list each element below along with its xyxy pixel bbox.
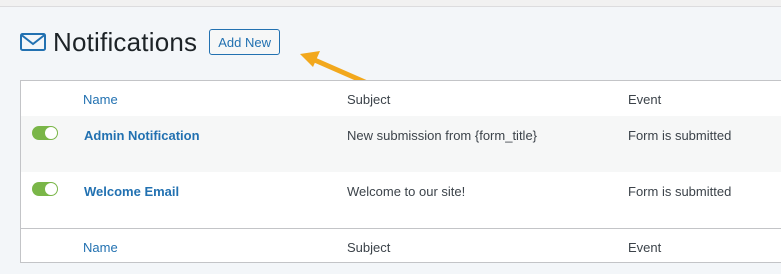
- notification-subject: Welcome to our site!: [347, 184, 466, 199]
- table-row: Welcome Email Welcome to our site! Form …: [21, 172, 781, 228]
- add-new-button[interactable]: Add New: [209, 29, 280, 55]
- column-header-subject: Subject: [347, 92, 391, 107]
- table-row: Admin Notification New submission from {…: [21, 116, 781, 172]
- toggle-knob: [45, 183, 57, 195]
- enabled-toggle[interactable]: [32, 182, 58, 196]
- notification-event: Form is submitted: [628, 128, 732, 143]
- notification-event: Form is submitted: [628, 184, 732, 199]
- column-header-event: Event: [628, 92, 662, 107]
- toggle-knob: [45, 127, 57, 139]
- notifications-table: Name Subject Event Admin Notification Ne…: [20, 80, 781, 263]
- column-footer-subject: Subject: [347, 240, 391, 255]
- column-header-name[interactable]: Name: [83, 92, 118, 107]
- notification-name-link[interactable]: Admin Notification: [84, 128, 200, 143]
- page-header: Notifications Add New: [19, 26, 280, 58]
- table-header-row: Name Subject Event: [21, 81, 781, 117]
- table-footer-row: Name Subject Event: [21, 228, 781, 264]
- column-footer-event: Event: [628, 240, 662, 255]
- mail-icon: [19, 30, 47, 54]
- column-footer-name[interactable]: Name: [83, 240, 118, 255]
- notification-name-link[interactable]: Welcome Email: [84, 184, 179, 199]
- notification-subject: New submission from {form_title}: [347, 128, 538, 143]
- page-title: Notifications: [53, 26, 198, 57]
- enabled-toggle[interactable]: [32, 126, 58, 140]
